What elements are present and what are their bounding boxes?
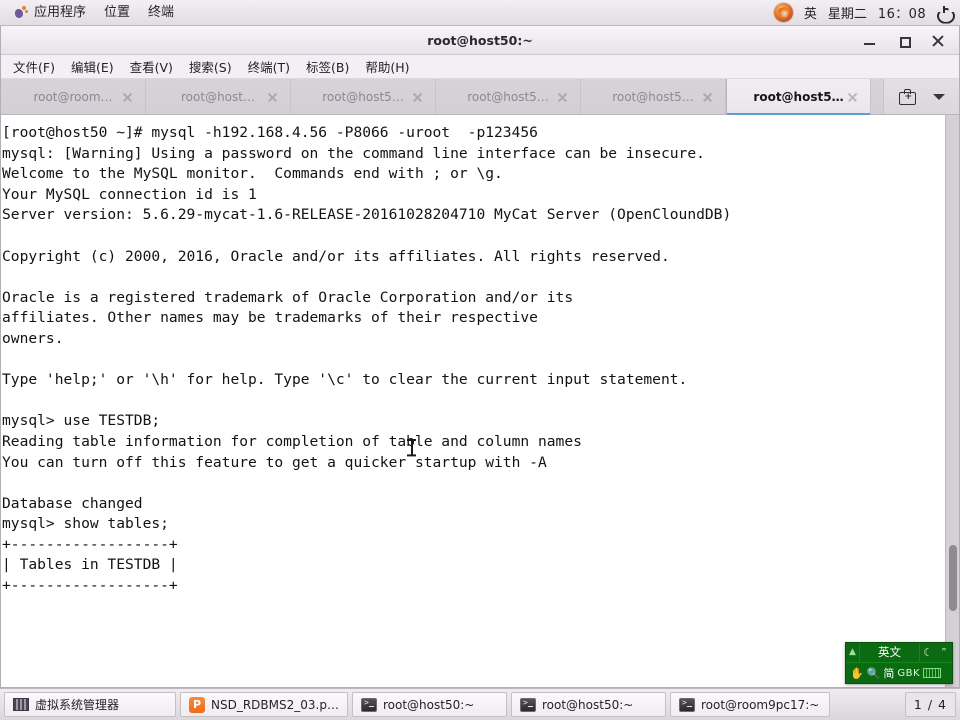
clock-day[interactable]: 星期二 [828,3,867,22]
tab-label: root@host… [181,89,255,104]
menu-terminal[interactable]: 终端(T) [240,55,298,78]
menu-help[interactable]: 帮助(H) [357,55,417,78]
clock-time[interactable]: 16：08 [878,3,926,22]
close-button[interactable] [930,33,945,48]
moon-icon[interactable]: ☾ [920,646,936,659]
ime-mode-label[interactable]: 英文 [859,643,920,663]
tab-root-host-1[interactable]: root@host… [146,79,291,114]
ime-encoding-label[interactable]: GBK [897,668,920,679]
terminal-icon [361,697,377,712]
terminal-icon [679,697,695,712]
taskbar-item-terminal-3[interactable]: root@room9pc17:~ [670,692,830,717]
input-method-widget[interactable]: ▲ 英文 ☾ ” ✋ 🔍 简 GBK [845,642,953,684]
gnome-foot-icon [15,6,28,19]
system-tray: 英 星期二 16：08 [773,3,960,22]
quote-icon[interactable]: ” [936,647,952,658]
menu-tabs[interactable]: 标签(B) [298,55,357,78]
window-titlebar: root@host50:~ [1,26,959,55]
tab-root-host-5-active[interactable]: root@host5… [726,79,871,115]
tabbar-actions: + [883,79,959,114]
chevron-down-icon[interactable] [933,93,945,100]
terminal-icon [520,697,536,712]
terminal-window: root@host50:~ 文件(F) 编辑(E) 查看(V) 搜索(S) 终端… [0,26,960,688]
tab-bar: root@room… root@host… root@host5… root@h… [1,79,959,115]
panel-menu-applications[interactable]: 应用程序 [6,1,95,25]
menu-search[interactable]: 搜索(S) [181,55,240,78]
workspace-switcher[interactable]: 1 / 4 [904,692,956,717]
panel-menu-group: 应用程序 位置 终端 [0,1,183,25]
maximize-button[interactable] [896,33,911,48]
tab-label: root@host5… [467,89,549,104]
menubar: 文件(F) 编辑(E) 查看(V) 搜索(S) 终端(T) 标签(B) 帮助(H… [1,55,959,79]
hand-icon[interactable]: ✋ [850,667,864,680]
tab-root-host-3[interactable]: root@host5… [436,79,581,114]
tab-root-host-4[interactable]: root@host5… [581,79,726,114]
terminal-area[interactable]: [root@host50 ~]# mysql -h192.168.4.56 -P… [1,115,959,687]
tab-close-icon[interactable] [847,91,858,102]
taskbar: 虚拟系统管理器 P NSD_RDBMS2_03.ppt… root@host50… [0,688,960,720]
panel-menu-applications-label: 应用程序 [34,4,87,20]
taskbar-item-label: root@host50:~ [542,697,634,712]
tab-label: root@room… [33,89,113,104]
ime-script-toggle[interactable]: 简 [883,665,894,681]
tab-root-room[interactable]: root@room… [1,79,146,114]
tab-close-icon[interactable] [412,91,423,102]
tab-close-icon[interactable] [702,91,713,102]
taskbar-item-terminal-2[interactable]: root@host50:~ [511,692,666,717]
virt-manager-icon [13,698,29,711]
terminal-output[interactable]: [root@host50 ~]# mysql -h192.168.4.56 -P… [1,115,945,687]
search-icon[interactable]: 🔍 [867,667,881,680]
taskbar-item-label: 虚拟系统管理器 [35,698,120,712]
powerpoint-icon: P [189,696,205,713]
firefox-icon[interactable] [773,3,793,22]
taskbar-item-terminal-1[interactable]: root@host50:~ [352,692,507,717]
taskbar-item-virt-manager[interactable]: 虚拟系统管理器 [4,692,176,717]
menu-edit[interactable]: 编辑(E) [63,55,122,78]
taskbar-item-label: root@room9pc17:~ [701,697,820,712]
desktop: 应用程序 位置 终端 英 星期二 16：08 root@host50:~ 文件(… [0,0,960,720]
tab-root-host-2[interactable]: root@host5… [291,79,436,114]
ime-expand-icon[interactable]: ▲ [846,648,859,657]
ime-top-row: ▲ 英文 ☾ ” [846,643,952,664]
tab-close-icon[interactable] [557,91,568,102]
menu-file[interactable]: 文件(F) [5,55,63,78]
tab-label: root@host5… [753,89,844,104]
keyboard-icon[interactable] [923,668,942,679]
minimize-button[interactable] [862,33,877,48]
scrollbar-thumb[interactable] [949,545,957,611]
tab-label: root@host5… [322,89,404,104]
window-title: root@host50:~ [427,32,533,48]
input-method-indicator[interactable]: 英 [804,3,817,22]
window-controls [862,33,959,48]
new-terminal-icon[interactable]: + [898,88,916,105]
top-panel: 应用程序 位置 终端 英 星期二 16：08 [0,0,960,26]
vertical-scrollbar[interactable] [945,115,959,687]
taskbar-item-powerpoint[interactable]: P NSD_RDBMS2_03.ppt… [180,692,348,717]
taskbar-item-label: NSD_RDBMS2_03.ppt… [211,697,339,712]
panel-menu-places[interactable]: 位置 [95,1,139,25]
menu-view[interactable]: 查看(V) [122,55,181,78]
power-icon[interactable] [937,5,951,20]
panel-menu-terminal[interactable]: 终端 [139,1,183,25]
tab-close-icon[interactable] [122,91,133,102]
tab-close-icon[interactable] [267,91,278,102]
ime-bottom-row: ✋ 🔍 简 GBK [846,663,952,683]
tab-label: root@host5… [612,89,694,104]
taskbar-item-label: root@host50:~ [383,697,475,712]
